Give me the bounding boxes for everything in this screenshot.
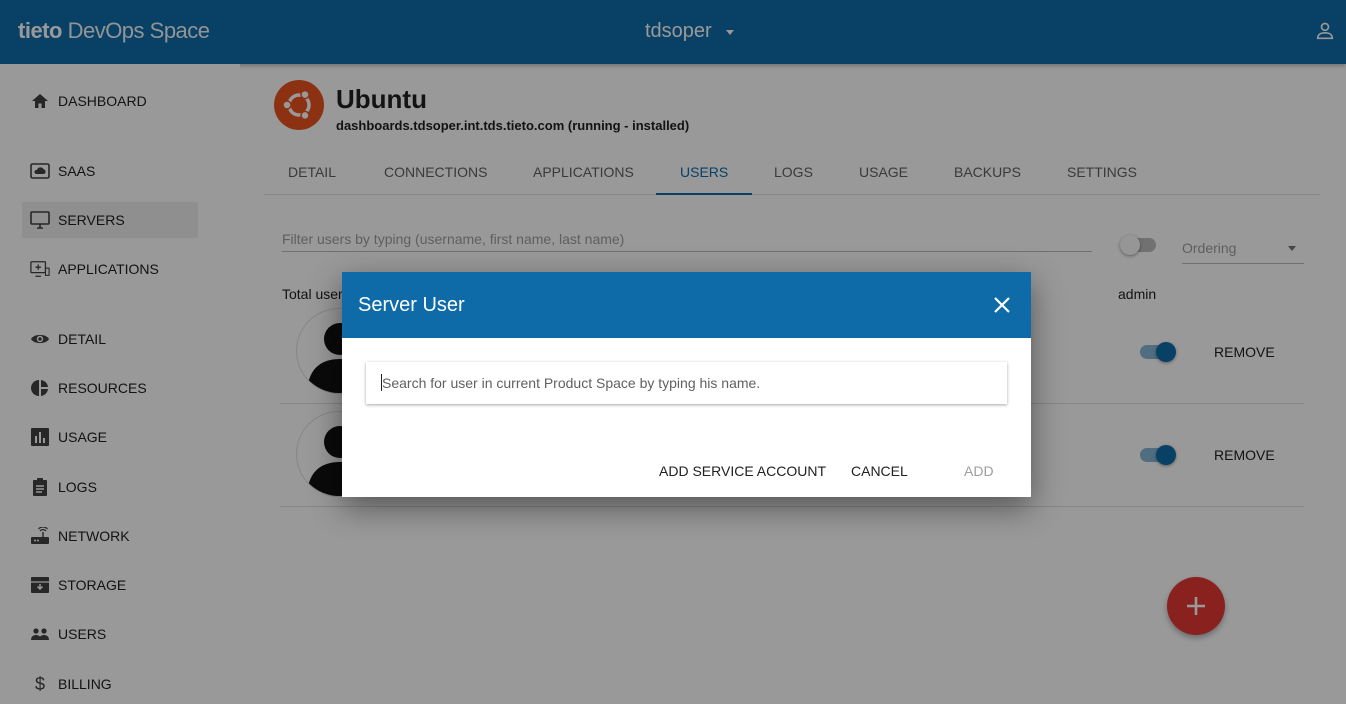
dialog-title: Server User [358, 294, 465, 316]
cancel-button[interactable]: CANCEL [851, 463, 908, 479]
text-cursor [381, 374, 382, 391]
server-user-dialog: Server User ADD SERVICE ACCOUNT CANCEL A… [342, 272, 1031, 497]
add-button[interactable]: ADD [964, 463, 994, 479]
user-search-input[interactable] [366, 362, 1007, 404]
close-icon[interactable] [991, 294, 1013, 316]
add-service-account-button[interactable]: ADD SERVICE ACCOUNT [659, 463, 826, 479]
dialog-header: Server User [342, 272, 1031, 338]
